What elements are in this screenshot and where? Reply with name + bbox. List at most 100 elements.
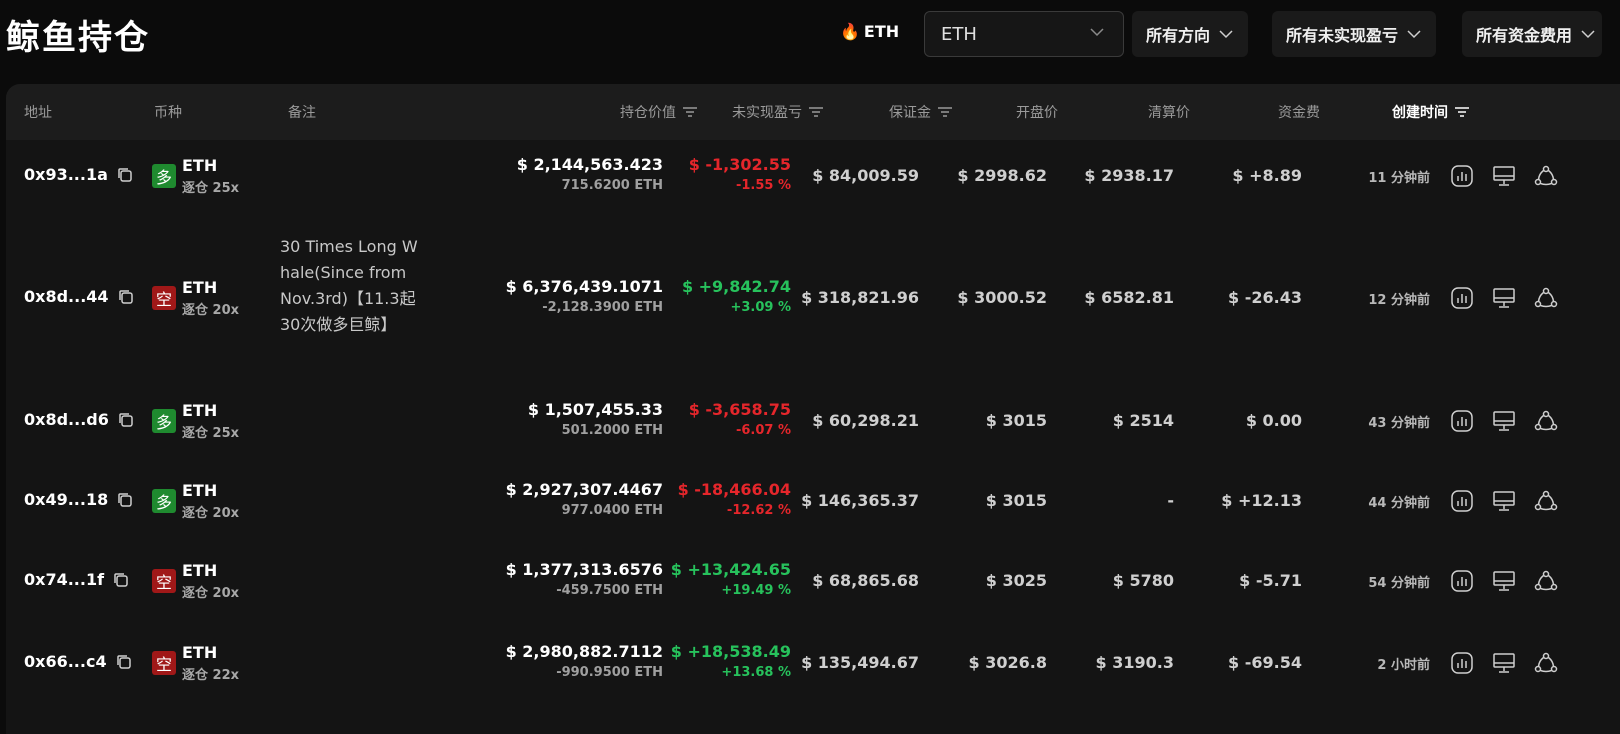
margin-mode: 逐仓 22x xyxy=(182,668,240,683)
wallet-address[interactable]: 0x74...1f xyxy=(24,570,104,589)
coin-name: ETH xyxy=(182,401,218,420)
monitor-icon[interactable] xyxy=(1492,569,1516,593)
created-time: 12 分钟前 xyxy=(1368,293,1430,308)
share-icon[interactable] xyxy=(1534,489,1558,513)
copy-icon[interactable] xyxy=(117,288,135,306)
created-time: 44 分钟前 xyxy=(1368,496,1430,511)
wallet-address[interactable]: 0x49...18 xyxy=(24,490,108,509)
chevron-down-icon xyxy=(1219,30,1233,39)
share-icon[interactable] xyxy=(1534,286,1558,310)
side-badge: 空 xyxy=(152,569,176,593)
coin-name: ETH xyxy=(182,156,218,175)
address-cell[interactable]: 0x74...1f xyxy=(24,570,130,589)
wallet-address[interactable]: 0x66...c4 xyxy=(24,652,107,671)
created-time: 43 分钟前 xyxy=(1368,416,1430,431)
chart-icon[interactable] xyxy=(1450,164,1474,188)
share-icon[interactable] xyxy=(1534,164,1558,188)
unrealized-pnl: $ -18,466.04 xyxy=(677,480,791,499)
open-price: $ 3015 xyxy=(985,411,1047,430)
funding-fee: $ 0.00 xyxy=(1245,411,1302,430)
chart-icon[interactable] xyxy=(1450,409,1474,433)
col-funding: 资金费 xyxy=(1278,105,1320,121)
monitor-icon[interactable] xyxy=(1492,286,1516,310)
coin-name: ETH xyxy=(182,561,218,580)
position-value: $ 1,377,313.6576 xyxy=(505,560,663,579)
chevron-down-icon xyxy=(1581,30,1595,39)
open-price: $ 3025 xyxy=(985,571,1047,590)
col-margin[interactable]: 保证金 xyxy=(889,102,953,122)
created-time: 11 分钟前 xyxy=(1368,171,1430,186)
liq-price: - xyxy=(1167,491,1174,510)
col-note: 备注 xyxy=(288,105,316,121)
side-badge: 空 xyxy=(152,651,176,675)
open-price: $ 3026.8 xyxy=(968,653,1047,672)
sort-icon xyxy=(809,107,823,117)
address-cell[interactable]: 0x8d...44 xyxy=(24,287,135,306)
margin-mode: 逐仓 20x xyxy=(182,303,240,318)
pnl-percent: +19.49 % xyxy=(721,583,791,598)
col-created-label: 创建时间 xyxy=(1392,105,1448,121)
liq-price: $ 3190.3 xyxy=(1095,653,1174,672)
col-position-value[interactable]: 持仓价值 xyxy=(620,102,698,122)
margin-value: $ 68,865.68 xyxy=(812,571,919,590)
margin-value: $ 146,365.37 xyxy=(801,491,919,510)
margin-value: $ 60,298.21 xyxy=(812,411,919,430)
col-position-value-label: 持仓价值 xyxy=(620,105,676,121)
chevron-down-icon xyxy=(1090,28,1104,37)
side-badge: 多 xyxy=(152,489,176,513)
address-cell[interactable]: 0x66...c4 xyxy=(24,652,133,671)
unrealized-pnl: $ -1,302.55 xyxy=(688,155,791,174)
copy-icon[interactable] xyxy=(117,411,135,429)
chart-icon[interactable] xyxy=(1450,489,1474,513)
pnl-filter-label: 所有未实现盈亏 xyxy=(1286,26,1399,45)
created-time: 2 小时前 xyxy=(1377,658,1430,673)
chart-icon[interactable] xyxy=(1450,651,1474,675)
sort-icon xyxy=(938,107,952,117)
wallet-address[interactable]: 0x8d...d6 xyxy=(24,410,109,429)
address-cell[interactable]: 0x8d...d6 xyxy=(24,410,135,429)
direction-filter[interactable]: 所有方向 xyxy=(1132,11,1249,57)
share-icon[interactable] xyxy=(1534,569,1558,593)
unrealized-pnl: $ +9,842.74 xyxy=(681,277,791,296)
funding-fee: $ +8.89 xyxy=(1232,166,1302,185)
position-value: $ 6,376,439.1071 xyxy=(505,277,663,296)
copy-icon[interactable] xyxy=(112,571,130,589)
col-unrealized-pnl[interactable]: 未实现盈亏 xyxy=(732,102,824,122)
liq-price: $ 2938.17 xyxy=(1084,166,1174,185)
position-size: 715.6200 ETH xyxy=(561,178,663,193)
position-size: -459.7500 ETH xyxy=(556,583,663,598)
hot-coin-tag[interactable]: 🔥 ETH xyxy=(840,22,899,41)
monitor-icon[interactable] xyxy=(1492,489,1516,513)
wallet-address[interactable]: 0x8d...44 xyxy=(24,287,109,306)
copy-icon[interactable] xyxy=(116,491,134,509)
col-coin: 币种 xyxy=(154,105,182,121)
pnl-percent: +3.09 % xyxy=(730,300,791,315)
position-value: $ 2,980,882.7112 xyxy=(505,642,663,661)
unrealized-pnl: $ +13,424.65 xyxy=(670,560,791,579)
position-value: $ 2,144,563.423 xyxy=(516,155,663,174)
copy-icon[interactable] xyxy=(115,653,133,671)
wallet-address[interactable]: 0x93...1a xyxy=(24,165,108,184)
chevron-down-icon xyxy=(1407,30,1421,39)
address-cell[interactable]: 0x49...18 xyxy=(24,490,134,509)
coin-select[interactable]: ETH xyxy=(924,11,1124,57)
copy-icon[interactable] xyxy=(116,166,134,184)
side-badge: 多 xyxy=(152,164,176,188)
chart-icon[interactable] xyxy=(1450,569,1474,593)
margin-mode: 逐仓 20x xyxy=(182,586,240,601)
monitor-icon[interactable] xyxy=(1492,164,1516,188)
col-pnl-label: 未实现盈亏 xyxy=(732,105,802,121)
pnl-filter[interactable]: 所有未实现盈亏 xyxy=(1272,11,1437,57)
chart-icon[interactable] xyxy=(1450,286,1474,310)
margin-mode: 逐仓 20x xyxy=(182,506,240,521)
monitor-icon[interactable] xyxy=(1492,651,1516,675)
col-created-time[interactable]: 创建时间 xyxy=(1392,102,1470,122)
liq-price: $ 6582.81 xyxy=(1084,288,1174,307)
open-price: $ 2998.62 xyxy=(957,166,1047,185)
funding-filter[interactable]: 所有资金费用 xyxy=(1462,11,1603,57)
share-icon[interactable] xyxy=(1534,409,1558,433)
address-cell[interactable]: 0x93...1a xyxy=(24,165,134,184)
sort-icon xyxy=(1455,107,1469,117)
monitor-icon[interactable] xyxy=(1492,409,1516,433)
share-icon[interactable] xyxy=(1534,651,1558,675)
